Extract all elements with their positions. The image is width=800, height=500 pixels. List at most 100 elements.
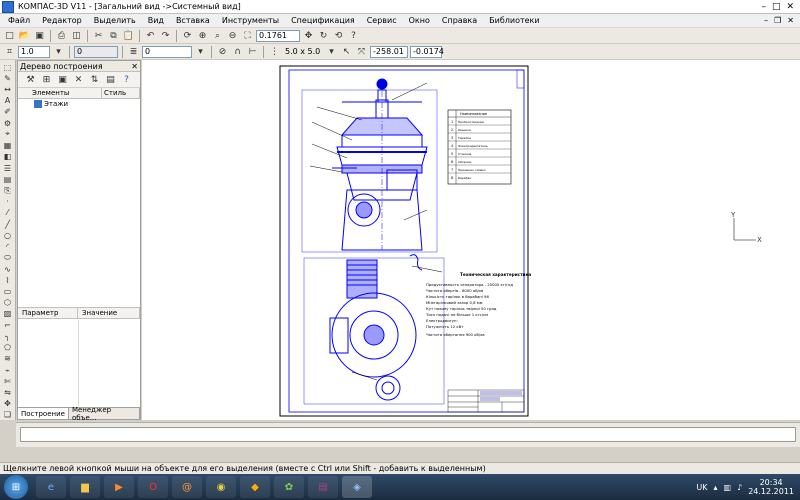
tree-delete-icon[interactable]: ✕ — [72, 73, 85, 86]
snap-icon[interactable]: ⊘ — [216, 45, 229, 58]
spec-icon[interactable]: ☰ — [2, 163, 14, 173]
refresh-icon[interactable]: ⟳ — [181, 29, 194, 42]
help-pointer-icon[interactable]: ? — [347, 29, 360, 42]
zoom-out-icon[interactable]: ⊖ — [226, 29, 239, 42]
menu-editor[interactable]: Редактор — [36, 16, 88, 25]
grid-icon[interactable]: ⋮ — [268, 45, 281, 58]
doc-minimize-icon[interactable]: – — [764, 16, 768, 25]
doc-restore-icon[interactable]: ❐ — [774, 16, 781, 25]
mail-taskbar-icon[interactable]: @ — [172, 476, 202, 498]
tree-doc-icon[interactable]: ▤ — [104, 73, 117, 86]
reports-icon[interactable]: ▤ — [2, 174, 14, 184]
tree-order-icon[interactable]: ⚒ — [24, 73, 37, 86]
dropdown-icon[interactable]: ▾ — [52, 45, 65, 58]
network-icon[interactable]: ▥ — [724, 483, 732, 492]
menu-view[interactable]: Вид — [142, 16, 170, 25]
polygon-icon[interactable]: ⬡ — [2, 298, 14, 308]
menu-insert[interactable]: Вставка — [170, 16, 216, 25]
start-button[interactable]: ⊞ — [4, 475, 28, 499]
pan-icon[interactable]: ✥ — [302, 29, 315, 42]
menu-tools[interactable]: Инструменты — [216, 16, 285, 25]
assoc-view-icon[interactable]: ◧ — [2, 152, 14, 162]
qip-taskbar-icon[interactable]: ✿ — [274, 476, 304, 498]
spline-icon[interactable]: ∿ — [2, 264, 14, 274]
redo-icon[interactable]: ↷ — [159, 29, 172, 42]
line-width-field[interactable]: 1.0 — [18, 45, 50, 58]
dropdown-icon[interactable]: ▾ — [194, 45, 207, 58]
equidistant-icon[interactable]: ≋ — [2, 354, 14, 364]
segment-icon[interactable]: ╱ — [2, 219, 14, 229]
measure-icon[interactable]: ⌖ — [2, 129, 14, 139]
style-field[interactable]: 0 — [142, 45, 192, 58]
refresh-view-icon[interactable]: ⟲ — [332, 29, 345, 42]
menu-libraries[interactable]: Библиотеки — [483, 16, 545, 25]
grid-step-field[interactable]: 5.0 x 5.0 — [283, 46, 323, 58]
chrome-taskbar-icon[interactable]: ◉ — [206, 476, 236, 498]
col-style[interactable]: Стиль — [102, 88, 140, 98]
tab-object-manager[interactable]: Менеджер объе... — [69, 406, 140, 422]
notation-icon[interactable]: A — [2, 96, 14, 106]
save-icon[interactable]: ▣ — [33, 29, 46, 42]
menu-help[interactable]: Справка — [436, 16, 483, 25]
break-icon[interactable]: ⌁ — [2, 365, 14, 375]
tab-build[interactable]: Построение — [18, 408, 69, 419]
copy-obj-icon[interactable]: ❏ — [2, 410, 14, 420]
dropdown-icon[interactable]: ▾ — [325, 45, 338, 58]
zoom-all-icon[interactable]: ⛶ — [241, 29, 254, 42]
new-doc-icon[interactable]: □ — [3, 29, 16, 42]
col-elements[interactable]: Элементы — [18, 88, 102, 98]
menu-window[interactable]: Окно — [403, 16, 436, 25]
preview-icon[interactable]: ◫ — [70, 29, 83, 42]
geometry-icon[interactable]: ✎ — [2, 73, 14, 83]
select-icon[interactable]: ▦ — [2, 141, 14, 151]
volume-icon[interactable]: ♪ — [737, 483, 742, 492]
coord-x-field[interactable]: -258.01 — [370, 45, 408, 58]
zoom-window-icon[interactable]: ⌕ — [211, 29, 224, 42]
param-icon[interactable]: ⚙ — [2, 118, 14, 128]
kompas-taskbar-icon[interactable]: ◈ — [342, 476, 372, 498]
opera-taskbar-icon[interactable]: O — [138, 476, 168, 498]
ellipse-icon[interactable]: ⬭ — [2, 253, 14, 263]
menu-service[interactable]: Сервис — [361, 16, 403, 25]
tree-group-icon[interactable]: ⊞ — [40, 73, 53, 86]
trim-icon[interactable]: ✄ — [2, 376, 14, 386]
local-cs-icon[interactable]: ⌗ — [3, 45, 16, 58]
rectangle-icon[interactable]: ▭ — [2, 286, 14, 296]
cursor-icon[interactable]: ↖ — [340, 45, 353, 58]
hatch-icon[interactable]: ▨ — [2, 309, 14, 319]
zoom-field[interactable]: 0.1761 — [256, 29, 300, 42]
layer-field[interactable]: 0 — [74, 45, 118, 58]
cut-icon[interactable]: ✂ — [92, 29, 105, 42]
menu-specification[interactable]: Спецификация — [285, 16, 361, 25]
menu-file[interactable]: Файл — [2, 16, 36, 25]
undo-icon[interactable]: ↶ — [144, 29, 157, 42]
winrar-taskbar-icon[interactable]: ▤ — [308, 476, 338, 498]
explorer-taskbar-icon[interactable]: ▆ — [70, 476, 100, 498]
coord-icon[interactable]: ⤧ — [355, 45, 368, 58]
aux-line-icon[interactable]: ⁄ — [2, 208, 14, 218]
dimensions-icon[interactable]: ↔ — [2, 84, 14, 94]
menu-select[interactable]: Выделить — [88, 16, 142, 25]
polyline-icon[interactable]: ⌇ — [2, 275, 14, 285]
properties-grid[interactable] — [18, 320, 140, 406]
coord-y-field[interactable]: -0.0174 — [410, 45, 444, 58]
move-icon[interactable]: ✥ — [2, 399, 14, 409]
tree-help-icon[interactable]: ? — [120, 73, 133, 86]
drawing-canvas[interactable]: Наименование 1 Пробкоотводчик 2 Крышка 3… — [142, 60, 800, 420]
print-icon[interactable]: ⎙ — [55, 29, 68, 42]
rotate-icon[interactable]: ↻ — [317, 29, 330, 42]
panel-close-icon[interactable]: ✕ — [131, 62, 138, 71]
tree-item-floors[interactable]: Этажи — [18, 99, 140, 109]
fillet-icon[interactable]: ╮ — [2, 331, 14, 341]
layers-icon[interactable]: ≣ — [127, 45, 140, 58]
tree-move-icon[interactable]: ⇅ — [88, 73, 101, 86]
app-taskbar-icon[interactable]: ◆ — [240, 476, 270, 498]
property-bar-field[interactable] — [20, 427, 796, 442]
language-indicator[interactable]: UK — [696, 483, 707, 492]
ortho-icon[interactable]: ⊢ — [246, 45, 259, 58]
paste-icon[interactable]: 📋 — [122, 29, 135, 42]
magnet-icon[interactable]: ∩ — [231, 45, 244, 58]
open-icon[interactable]: 📂 — [18, 29, 31, 42]
ie-taskbar-icon[interactable]: e — [36, 476, 66, 498]
arc-icon[interactable]: ◜ — [2, 242, 14, 252]
